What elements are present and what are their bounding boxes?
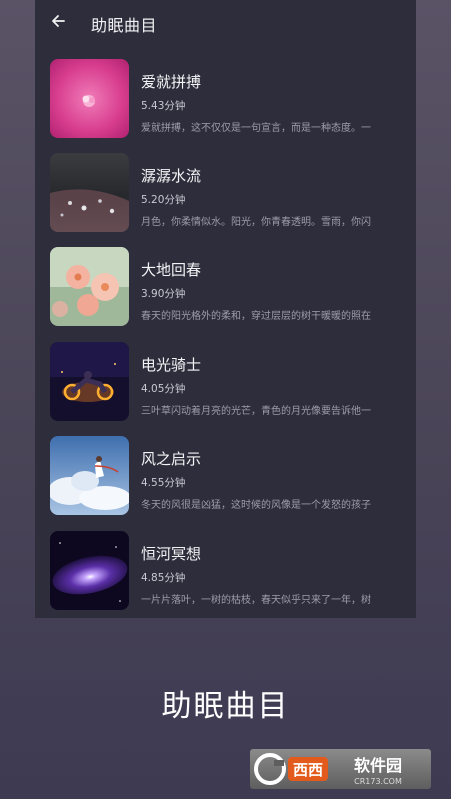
track-title: 大地回春	[141, 261, 202, 279]
svg-text:CR173.COM: CR173.COM	[354, 777, 402, 786]
track-title: 恒河冥想	[141, 545, 202, 563]
app-screen: 助眠曲目 爱就拼搏 5.43分钟 爱就拼搏，这不仅仅是一句宣言，而是一种态度。一…	[35, 0, 416, 618]
track-item[interactable]: 风之启示 4.55分钟 冬天的风很是凶猛，这时候的风像是一个发怒的孩子	[50, 436, 405, 516]
track-cover-image	[50, 342, 129, 421]
track-cover-image	[50, 247, 129, 326]
track-duration: 5.20分钟	[141, 194, 186, 206]
track-item[interactable]: 电光骑士 4.05分钟 三叶草闪动着月亮的光芒，青色的月光像要告诉他一	[50, 342, 405, 422]
track-duration: 4.55分钟	[141, 477, 186, 489]
track-item[interactable]: 潺潺水流 5.20分钟 月色，你柔情似水。阳光，你青春透明。雪雨，你闪	[50, 153, 405, 233]
arrow-left-icon	[52, 15, 65, 27]
track-description: 爱就拼搏，这不仅仅是一句宣言，而是一种态度。一	[141, 123, 371, 134]
watermark-logo: 西西 软件园 CR173.COM	[250, 749, 431, 789]
track-duration: 5.43分钟	[141, 100, 186, 112]
track-title: 爱就拼搏	[141, 73, 202, 91]
track-item[interactable]: 爱就拼搏 5.43分钟 爱就拼搏，这不仅仅是一句宣言，而是一种态度。一	[50, 59, 405, 139]
track-cover-image	[50, 436, 129, 515]
track-description: 冬天的风很是凶猛，这时候的风像是一个发怒的孩子	[141, 500, 371, 511]
track-description: 月色，你柔情似水。阳光，你青春透明。雪雨，你闪	[141, 217, 371, 228]
svg-text:西西: 西西	[293, 761, 323, 779]
track-title: 电光骑士	[141, 356, 202, 374]
page-title: 助眠曲目	[91, 16, 158, 35]
track-item[interactable]: 恒河冥想 4.85分钟 一片片落叶，一树的枯枝，春天似乎只来了一年，树	[50, 531, 405, 611]
track-cover-image	[50, 531, 129, 610]
track-description: 春天的阳光格外的柔和，穿过层层的树干暖暖的照在	[141, 311, 371, 322]
feature-caption: 助眠曲目	[161, 689, 290, 724]
svg-text:软件园: 软件园	[354, 756, 402, 775]
top-bar: 助眠曲目	[35, 0, 416, 44]
track-cover-image	[50, 59, 129, 138]
track-duration: 3.90分钟	[141, 288, 186, 300]
track-title: 潺潺水流	[141, 167, 202, 185]
track-description: 三叶草闪动着月亮的光芒，青色的月光像要告诉他一	[141, 406, 371, 417]
track-duration: 4.05分钟	[141, 383, 186, 395]
track-description: 一片片落叶，一树的枯枝，春天似乎只来了一年，树	[141, 595, 371, 606]
track-item[interactable]: 大地回春 3.90分钟 春天的阳光格外的柔和，穿过层层的树干暖暖的照在	[50, 247, 405, 327]
back-button[interactable]	[47, 10, 69, 32]
track-duration: 4.85分钟	[141, 572, 186, 584]
track-cover-image	[50, 153, 129, 232]
track-title: 风之启示	[141, 450, 202, 468]
